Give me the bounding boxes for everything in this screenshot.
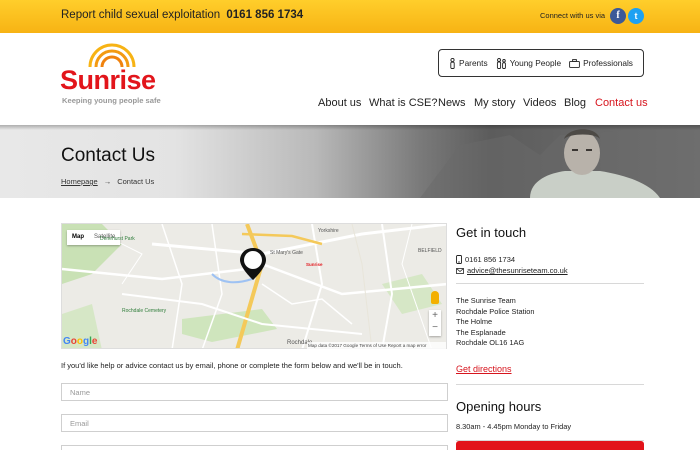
google-letter: G [63, 336, 71, 347]
audience-professionals-label: Professionals [583, 58, 633, 68]
banner-photo [420, 125, 700, 198]
nav-contact-us[interactable]: Contact us [595, 97, 648, 109]
street-view-pegman-icon[interactable] [431, 291, 439, 304]
divider [456, 383, 644, 385]
address-line: Rochdale OL16 1AG [456, 338, 525, 348]
email-field[interactable] [61, 414, 448, 432]
audience-young-people[interactable]: Young People [496, 57, 562, 69]
postal-address: The Sunrise Team Rochdale Police Station… [456, 296, 644, 349]
opening-hours-heading: Opening hours [456, 398, 542, 414]
breadcrumb: Homepage → Contact Us [61, 177, 154, 186]
map-type-map[interactable]: Map [67, 230, 89, 245]
nav-my-story[interactable]: My story [474, 97, 516, 109]
opening-hours-text: 8.30am - 4.45pm Monday to Friday [456, 421, 572, 431]
map-label-park: Denehurst Park [100, 236, 135, 242]
nav-news[interactable]: News [438, 97, 466, 109]
page-banner: Contact Us Homepage → Contact Us [0, 125, 700, 198]
contact-sidebar: Get in touch 0161 856 1734 advice@thesun… [456, 223, 644, 441]
map-marker-label: Sunrise [306, 262, 323, 267]
name-field[interactable] [61, 383, 448, 401]
map-label-belfield: BELFIELD [418, 248, 442, 254]
map-label-marys-gate: St Mary's Gate [270, 250, 303, 256]
parents-icon [450, 57, 455, 69]
google-letter: e [91, 336, 98, 347]
phone-field[interactable] [61, 445, 448, 450]
address-line: Rochdale Police Station [456, 306, 535, 316]
zoom-in-button[interactable]: + [429, 310, 441, 322]
get-directions-link[interactable]: Get directions [456, 364, 512, 374]
banner-shadow [0, 125, 700, 130]
audience-parents[interactable]: Parents [449, 57, 488, 69]
breadcrumb-current: Contact Us [117, 177, 155, 186]
logo-wordmark: Sunrise [60, 65, 156, 95]
nav-blog[interactable]: Blog [564, 97, 586, 109]
map-label-cemetery: Rochdale Cemetery [122, 308, 167, 314]
get-in-touch-heading: Get in touch [456, 225, 527, 240]
map-attribution[interactable]: Map data ©2017 Google Terms of Use Repor… [307, 342, 446, 349]
nav-about-us[interactable]: About us [318, 97, 361, 109]
contact-email-row: advice@thesunriseteam.co.uk [456, 266, 644, 275]
briefcase-icon [569, 58, 580, 68]
facebook-icon[interactable]: f [610, 8, 626, 24]
audience-professionals[interactable]: Professionals [569, 58, 633, 68]
divider [456, 283, 644, 284]
audience-switcher: Parents Young People Professionals [438, 49, 644, 77]
contact-email-link[interactable]: advice@thesunriseteam.co.uk [467, 266, 568, 275]
contact-phone-row: 0161 856 1734 [456, 255, 644, 264]
main-nav: About us What is CSE? News My story Vide… [0, 97, 700, 111]
breadcrumb-home[interactable]: Homepage [61, 177, 98, 186]
site-header: Sunrise Keeping young people safe Parent… [0, 33, 700, 125]
map-zoom-control: + − [429, 310, 441, 336]
address-line: The Sunrise Team [456, 296, 516, 305]
young-people-icon [496, 57, 506, 69]
audience-parents-label: Parents [459, 58, 488, 68]
phone-icon [456, 255, 462, 264]
envelope-icon [456, 267, 464, 274]
nav-videos[interactable]: Videos [523, 97, 556, 109]
contact-intro: If you'd like help or advice contact us … [61, 361, 403, 370]
report-label: Report child sexual exploitation [61, 9, 221, 21]
breadcrumb-arrow-icon: → [103, 177, 112, 186]
audience-young-people-label: Young People [509, 58, 562, 68]
google-logo: Google [63, 336, 97, 347]
sidebar-red-button[interactable] [456, 441, 644, 450]
address-line: The Esplanade [456, 327, 506, 337]
connect-label: Connect with us via [540, 11, 606, 20]
sunrise-rays-icon [88, 43, 136, 67]
report-cse-text: Report child sexual exploitation 0161 85… [61, 9, 303, 21]
contact-phone[interactable]: 0161 856 1734 [465, 255, 515, 264]
twitter-icon[interactable]: t [628, 8, 644, 24]
address-line: The Holme [456, 317, 493, 327]
zoom-out-button[interactable]: − [429, 322, 441, 334]
page-title: Contact Us [61, 145, 155, 166]
nav-what-is-cse[interactable]: What is CSE? [369, 97, 437, 109]
report-phone[interactable]: 0161 856 1734 [226, 9, 303, 21]
map-label-yorkshire: Yorkshire [318, 228, 339, 234]
top-bar: Report child sexual exploitation 0161 85… [0, 0, 700, 33]
